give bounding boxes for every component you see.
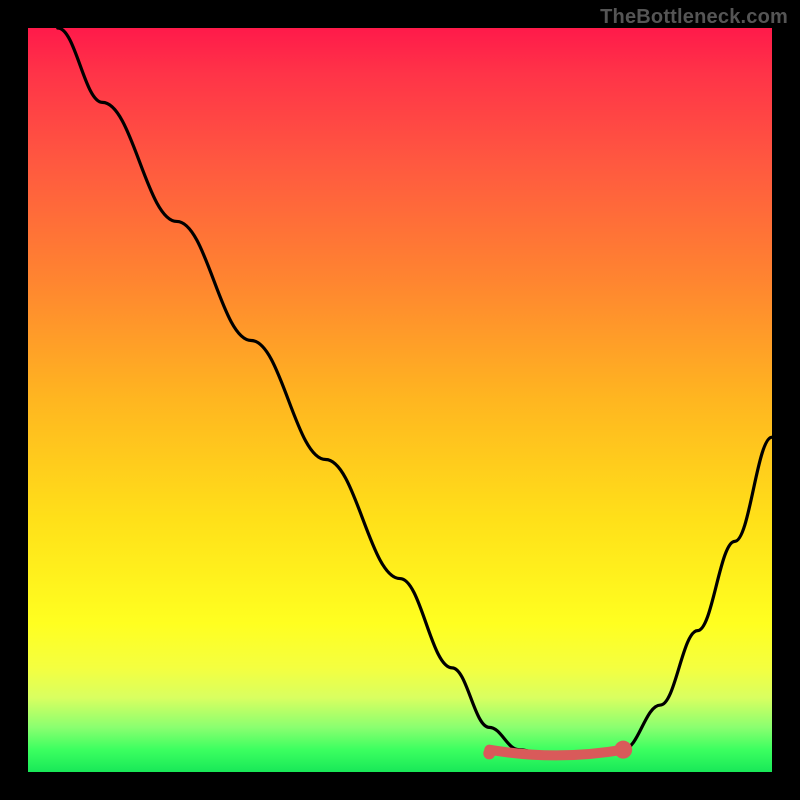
valley-marker-right (614, 741, 632, 759)
valley-highlight-path (489, 750, 623, 756)
valley-marker-left (483, 747, 495, 759)
chart-container: TheBottleneck.com (0, 0, 800, 800)
bottleneck-curve-path (58, 28, 772, 757)
plot-area (28, 28, 772, 772)
watermark-text: TheBottleneck.com (600, 6, 788, 29)
chart-svg (28, 28, 772, 772)
